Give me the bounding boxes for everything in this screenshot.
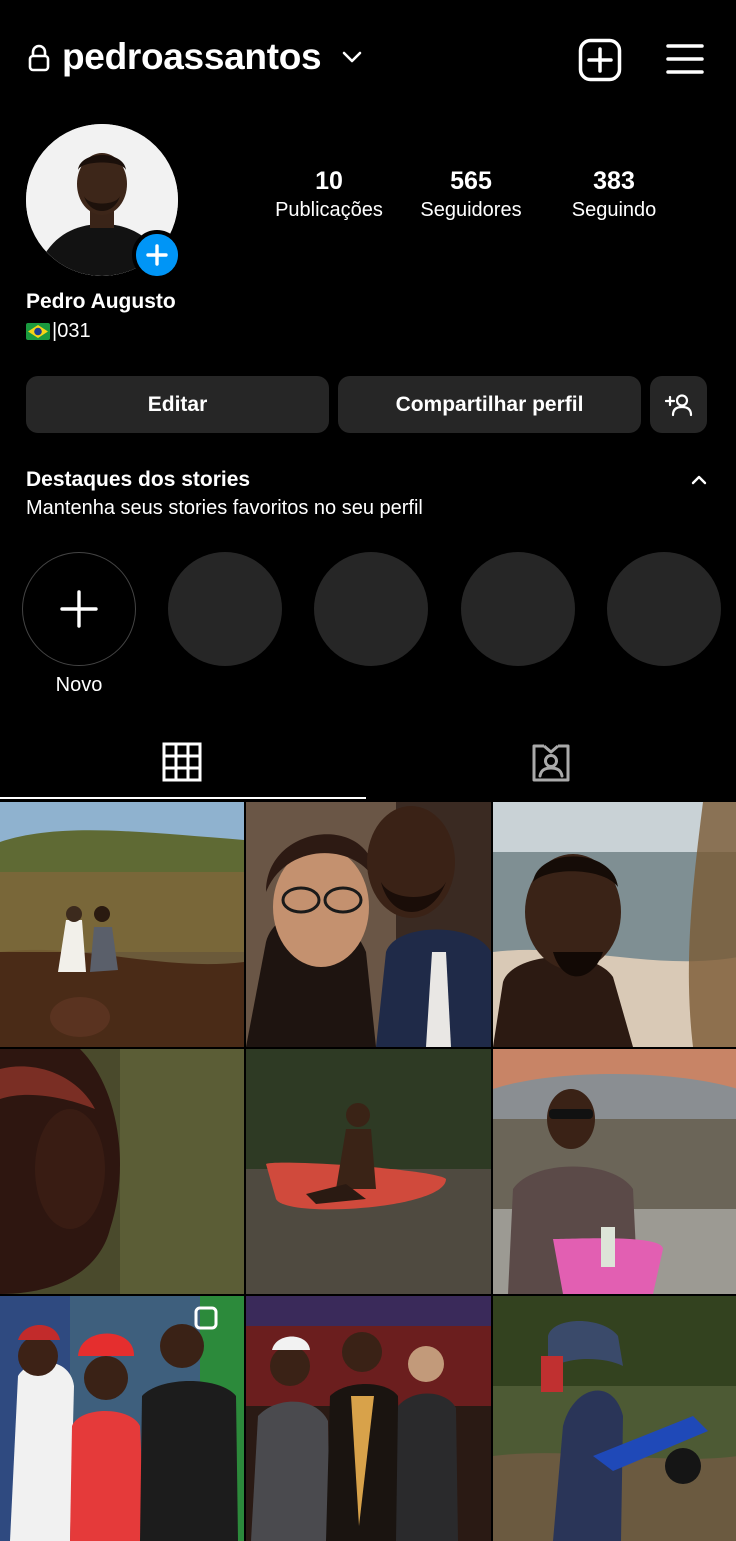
stat-following-label: Seguindo	[571, 199, 657, 221]
stat-posts-count: 10	[315, 167, 343, 195]
stat-following-count: 383	[593, 167, 635, 195]
add-story-icon[interactable]	[132, 230, 182, 280]
profile-display-name: Pedro Augusto	[26, 290, 176, 313]
stat-following[interactable]: 383 Seguindo	[544, 166, 684, 224]
brazil-flag-icon	[26, 323, 50, 340]
stat-followers[interactable]: 565 Seguidores	[401, 166, 541, 224]
post-thumbnail[interactable]	[0, 802, 244, 1047]
stat-posts[interactable]: 10 Publicações	[259, 166, 399, 224]
stat-followers-count: 565	[450, 167, 492, 195]
posts-grid	[0, 802, 736, 1541]
highlight-placeholder	[168, 552, 282, 666]
lock-icon	[28, 44, 50, 72]
post-thumbnail[interactable]	[493, 1049, 736, 1294]
profile-bio: |031	[26, 320, 91, 343]
menu-icon[interactable]	[666, 42, 704, 76]
active-tab-indicator	[0, 797, 366, 799]
new-highlight-button[interactable]	[22, 552, 136, 666]
highlights-title: Destaques dos stories	[26, 468, 251, 491]
post-thumbnail[interactable]	[0, 1049, 244, 1294]
post-thumbnail[interactable]	[246, 1049, 491, 1294]
stat-posts-label: Publicações	[275, 199, 383, 221]
new-highlight-label: Novo	[55, 674, 103, 696]
tagged-icon[interactable]	[530, 742, 572, 784]
highlight-placeholder	[607, 552, 721, 666]
chevron-down-icon[interactable]	[342, 50, 362, 64]
new-post-icon[interactable]	[578, 38, 622, 82]
highlight-placeholder	[461, 552, 575, 666]
post-thumbnail[interactable]	[493, 1296, 736, 1541]
edit-profile-button[interactable]: Editar	[26, 376, 329, 433]
plus-icon	[60, 590, 98, 628]
discover-people-button[interactable]	[650, 376, 707, 433]
add-person-icon	[664, 393, 692, 416]
grid-icon[interactable]	[162, 742, 202, 782]
stat-followers-label: Seguidores	[420, 199, 522, 221]
highlight-placeholder	[314, 552, 428, 666]
highlights-subtitle: Mantenha seus stories favoritos no seu p…	[26, 497, 423, 519]
post-thumbnail[interactable]	[0, 1296, 244, 1541]
share-profile-button[interactable]: Compartilhar perfil	[338, 376, 641, 433]
post-thumbnail[interactable]	[246, 1296, 491, 1541]
bio-text: |031	[52, 320, 91, 342]
chevron-up-icon[interactable]	[690, 474, 708, 486]
post-thumbnail[interactable]	[493, 802, 736, 1047]
profile-username[interactable]: pedroassantos	[62, 36, 322, 78]
post-thumbnail[interactable]	[246, 802, 491, 1047]
